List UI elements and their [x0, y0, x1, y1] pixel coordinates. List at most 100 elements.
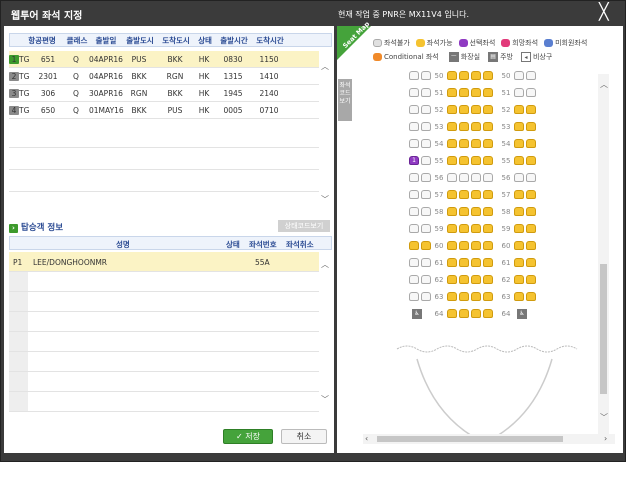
- seatmap-scroll-down-icon[interactable]: ﹀: [600, 414, 608, 422]
- seat-available[interactable]: [483, 258, 493, 267]
- seat-available[interactable]: [447, 190, 457, 199]
- seat-available[interactable]: [459, 105, 469, 114]
- scroll-up-icon[interactable]: ︿: [321, 63, 329, 71]
- flight-row[interactable]: 3 TG 306 Q 30APR16 RGN BKK HK 1945 2140: [9, 85, 319, 102]
- seatmap-hscroll-thumb[interactable]: [377, 436, 563, 442]
- seat-available[interactable]: [459, 190, 469, 199]
- seat-available[interactable]: [471, 224, 481, 233]
- flight-row[interactable]: 1 TG 651 Q 04APR16 PUS BKK HK 0830 1150: [9, 51, 319, 68]
- seat-available[interactable]: [471, 156, 481, 165]
- seat-available[interactable]: [447, 88, 457, 97]
- seat-available[interactable]: [514, 258, 524, 267]
- seat-available[interactable]: [471, 292, 481, 301]
- seat-available[interactable]: [459, 122, 469, 131]
- seat-available[interactable]: [483, 139, 493, 148]
- seat-available[interactable]: [447, 241, 457, 250]
- seat-available[interactable]: [483, 207, 493, 216]
- seat-available[interactable]: [471, 122, 481, 131]
- seat-available[interactable]: [459, 309, 469, 318]
- seat-available[interactable]: [471, 207, 481, 216]
- seat-available[interactable]: [459, 88, 469, 97]
- seat-available[interactable]: [447, 105, 457, 114]
- seat-available[interactable]: [447, 275, 457, 284]
- seat-available[interactable]: [459, 292, 469, 301]
- seat-available[interactable]: [447, 139, 457, 148]
- status-code-button[interactable]: 상태코드보기: [278, 220, 330, 232]
- seat-available[interactable]: [526, 258, 536, 267]
- seat-available[interactable]: [447, 292, 457, 301]
- seat-available[interactable]: [471, 258, 481, 267]
- seat-available[interactable]: [514, 122, 524, 131]
- seat-selected[interactable]: 1: [409, 156, 419, 165]
- seat-available[interactable]: [471, 71, 481, 80]
- seat-available[interactable]: [459, 207, 469, 216]
- seat-code-tab[interactable]: 좌석코드보기: [338, 79, 352, 121]
- seat-available[interactable]: [526, 241, 536, 250]
- seatmap-vscroll-thumb[interactable]: [600, 264, 607, 394]
- seatmap-vscrollbar[interactable]: [598, 74, 609, 438]
- seat-available[interactable]: [514, 105, 524, 114]
- seat-available[interactable]: [447, 122, 457, 131]
- seat-available[interactable]: [483, 292, 493, 301]
- scroll-right-icon[interactable]: ›: [604, 434, 607, 443]
- seat-available[interactable]: [409, 241, 419, 250]
- seat-available[interactable]: [471, 88, 481, 97]
- seat-available[interactable]: [471, 105, 481, 114]
- seat-available[interactable]: [514, 190, 524, 199]
- seat-available[interactable]: [514, 207, 524, 216]
- seatmap-hscrollbar[interactable]: ‹ ›: [363, 434, 615, 444]
- seat-available[interactable]: [483, 309, 493, 318]
- seat-available[interactable]: [526, 156, 536, 165]
- seat-available[interactable]: [514, 139, 524, 148]
- seat-available[interactable]: [447, 258, 457, 267]
- save-button[interactable]: ✓ 저장: [223, 429, 273, 444]
- seat-available[interactable]: [421, 241, 431, 250]
- seat-available[interactable]: [526, 122, 536, 131]
- seat-available[interactable]: [514, 275, 524, 284]
- seat-available[interactable]: [514, 241, 524, 250]
- passenger-row[interactable]: P1 LEE/DONGHOONMR 55A: [9, 252, 319, 272]
- seat-available[interactable]: [483, 156, 493, 165]
- seat-available[interactable]: [471, 309, 481, 318]
- seat-available[interactable]: [526, 292, 536, 301]
- seat-available[interactable]: [526, 207, 536, 216]
- seat-available[interactable]: [483, 241, 493, 250]
- scroll-down-icon[interactable]: ﹀: [321, 396, 329, 404]
- seat-available[interactable]: [526, 275, 536, 284]
- close-icon[interactable]: ╳: [599, 3, 609, 21]
- seat-available[interactable]: [471, 275, 481, 284]
- seat-available[interactable]: [483, 122, 493, 131]
- seat-available[interactable]: [514, 224, 524, 233]
- seat-available[interactable]: [459, 275, 469, 284]
- seat-available[interactable]: [447, 71, 457, 80]
- scroll-up-icon[interactable]: ︿: [321, 261, 329, 269]
- seat-available[interactable]: [471, 139, 481, 148]
- seat-available[interactable]: [447, 156, 457, 165]
- seat-available[interactable]: [483, 105, 493, 114]
- seat-available[interactable]: [471, 241, 481, 250]
- flight-row[interactable]: 4 TG 650 Q 01MAY16 BKK PUS HK 0005 0710: [9, 102, 319, 119]
- seat-available[interactable]: [483, 224, 493, 233]
- seat-available[interactable]: [483, 88, 493, 97]
- cancel-button[interactable]: 취소: [281, 429, 327, 444]
- seat-available[interactable]: [447, 207, 457, 216]
- seat-available[interactable]: [526, 190, 536, 199]
- scroll-left-icon[interactable]: ‹: [365, 434, 368, 443]
- flight-row[interactable]: 2 TG 2301 Q 04APR16 BKK RGN HK 1315 1410: [9, 68, 319, 85]
- seat-available[interactable]: [483, 275, 493, 284]
- seat-available[interactable]: [483, 190, 493, 199]
- seat-available[interactable]: [514, 292, 524, 301]
- seat-available[interactable]: [526, 139, 536, 148]
- seat-available[interactable]: [447, 309, 457, 318]
- seat-available[interactable]: [526, 224, 536, 233]
- seat-available[interactable]: [459, 71, 469, 80]
- seat-available[interactable]: [459, 156, 469, 165]
- seat-available[interactable]: [447, 224, 457, 233]
- seat-available[interactable]: [459, 241, 469, 250]
- seat-available[interactable]: [459, 258, 469, 267]
- seat-available[interactable]: [483, 71, 493, 80]
- seat-available[interactable]: [471, 190, 481, 199]
- scroll-down-icon[interactable]: ﹀: [321, 196, 329, 204]
- seat-available[interactable]: [459, 224, 469, 233]
- seatmap-scroll-up-icon[interactable]: ︿: [600, 81, 608, 89]
